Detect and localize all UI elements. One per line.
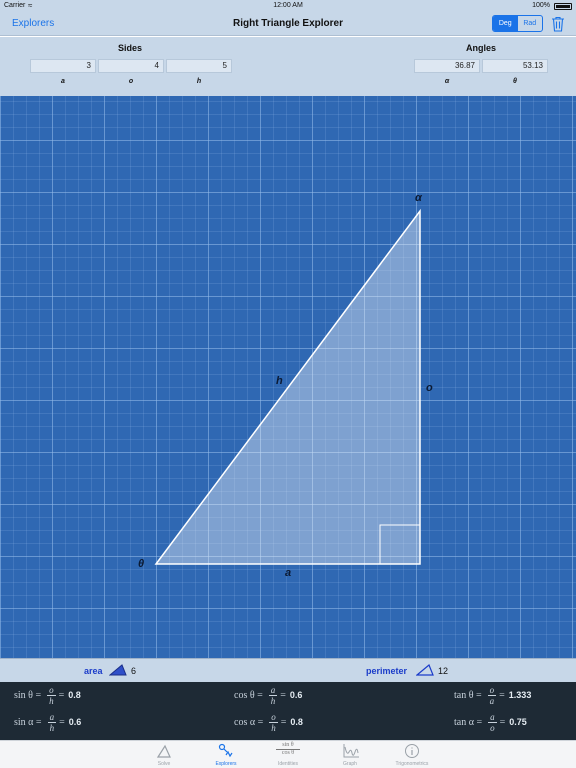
tan-theta-fraction: oa [487, 684, 497, 706]
outline-triangle-icon [416, 664, 434, 676]
tan-theta-den: a [489, 695, 495, 706]
sin-alpha-value: 0.6 [68, 717, 82, 727]
angles-title: Angles [465, 43, 496, 53]
angle-theta-field[interactable]: 53.13 [482, 59, 548, 73]
tab-bar: Solve Explorers sin θ cos θ Identities G… [0, 740, 576, 768]
trash-icon[interactable] [551, 16, 565, 32]
cos-theta-equation: cos θ = ah = 0.6 [234, 684, 303, 706]
cos-theta-fn: cos θ = [234, 689, 263, 701]
sin-theta-equation: sin θ = oh = 0.8 [14, 684, 81, 706]
sin-theta-den: h [49, 695, 54, 706]
tab-graph-label: Graph [343, 761, 357, 767]
explorers-icon [218, 743, 233, 758]
sin-theta-value: 0.8 [68, 690, 81, 700]
sin-theta-fn: sin θ = [14, 689, 42, 701]
tan-theta-value: 1.333 [508, 690, 532, 700]
triangle-canvas[interactable]: α θ a o h [0, 96, 576, 658]
vertex-alpha-label[interactable]: α [415, 192, 422, 204]
tan-alpha-fn: tan α = [454, 716, 483, 728]
identities-icon: sin θ cos θ [276, 742, 300, 757]
tan-alpha-fraction: ao [488, 712, 497, 733]
cos-alpha-fn: cos α = [234, 716, 264, 728]
identities-icon-top: sin θ [276, 742, 300, 750]
triangle-icon [156, 744, 171, 758]
tab-identities-label: Identities [277, 761, 298, 767]
triangle-shape [154, 208, 421, 565]
sides-title: Sides [117, 43, 142, 53]
tab-explorers-label: Explorers [215, 761, 237, 767]
area-perimeter-bar: area 6 perimeter 12 [0, 658, 576, 682]
side-a-diagram-label: a [285, 567, 292, 579]
tab-trigonometrics-label: Trigonometrics [395, 761, 429, 767]
area-label: area [84, 666, 103, 676]
graph-icon [343, 744, 359, 758]
perimeter-label: perimeter [366, 666, 408, 676]
cos-alpha-equation: cos α = oh = 0.8 [234, 711, 303, 733]
tab-graph[interactable]: Graph [320, 741, 380, 768]
side-o-label: o [128, 78, 134, 85]
page-title: Right Triangle Explorer [232, 18, 344, 29]
battery-percent: 100% [532, 2, 550, 9]
side-h-label: h [196, 78, 202, 85]
cos-theta-num: a [268, 684, 278, 696]
cos-theta-den: h [270, 695, 276, 706]
cos-alpha-num: o [269, 711, 278, 723]
tan-theta-fn: tan θ = [454, 689, 482, 701]
cos-alpha-value: 0.8 [290, 717, 303, 727]
sin-theta-num: o [47, 684, 56, 696]
tan-alpha-num: a [488, 711, 497, 723]
sin-alpha-fn: sin α = [14, 716, 42, 728]
angle-theta-label: θ [513, 78, 517, 85]
sin-theta-fraction: oh [47, 685, 56, 706]
tab-trigonometrics[interactable]: Trigonometrics [382, 741, 442, 768]
tan-alpha-den: o [490, 722, 495, 733]
cos-alpha-fraction: oh [269, 712, 278, 733]
info-icon [405, 744, 419, 758]
tan-alpha-value: 0.75 [509, 717, 527, 727]
cos-alpha-den: h [271, 722, 276, 733]
battery-icon [554, 3, 572, 10]
area-value: 6 [131, 666, 137, 676]
side-o-field[interactable]: 4 [98, 59, 164, 73]
tan-alpha-equation: tan α = ao = 0.75 [454, 711, 527, 733]
sin-alpha-den: h [49, 722, 55, 733]
tab-solve-label: Solve [157, 761, 171, 767]
identities-icon-bottom: cos θ [281, 750, 295, 756]
angle-unit-segmented-control[interactable]: Deg Rad [492, 15, 543, 32]
angle-alpha-label: α [444, 78, 450, 85]
side-a-label: a [61, 78, 65, 85]
side-h-diagram-label: h [276, 375, 283, 387]
rad-segment[interactable]: Rad [518, 16, 543, 31]
tab-solve[interactable]: Solve [134, 741, 194, 768]
inputs-panel: Sides 3 4 5 a o h Angles 36.87 53.13 α θ [0, 37, 576, 96]
deg-segment[interactable]: Deg [493, 16, 518, 31]
sin-alpha-equation: sin α = ah = 0.6 [14, 711, 82, 733]
tab-identities[interactable]: sin θ cos θ Identities [258, 741, 318, 768]
angle-alpha-field[interactable]: 36.87 [414, 59, 480, 73]
trig-ratios-panel: sin θ = oh = 0.8 cos θ = ah = 0.6 tan θ … [0, 682, 576, 740]
cos-theta-value: 0.6 [289, 690, 303, 700]
status-bar: Carrier ≈ 12:00 AM 100% [0, 0, 576, 12]
side-a-field[interactable]: 3 [30, 59, 96, 73]
perimeter-value: 12 [438, 666, 449, 676]
clock: 12:00 AM [273, 2, 303, 9]
tan-theta-equation: tan θ = oa = 1.333 [454, 684, 532, 706]
vertex-theta-label[interactable]: θ [138, 558, 144, 570]
sin-alpha-fraction: ah [47, 711, 57, 733]
tab-explorers[interactable]: Explorers [196, 741, 256, 768]
navigation-bar: Explorers Right Triangle Explorer Deg Ra… [0, 12, 576, 36]
side-h-field[interactable]: 5 [166, 59, 232, 73]
side-o-diagram-label: o [426, 382, 433, 394]
cos-theta-fraction: ah [268, 684, 278, 706]
sin-alpha-num: a [47, 711, 57, 723]
filled-triangle-icon [109, 664, 127, 676]
tan-theta-num: o [487, 684, 497, 696]
